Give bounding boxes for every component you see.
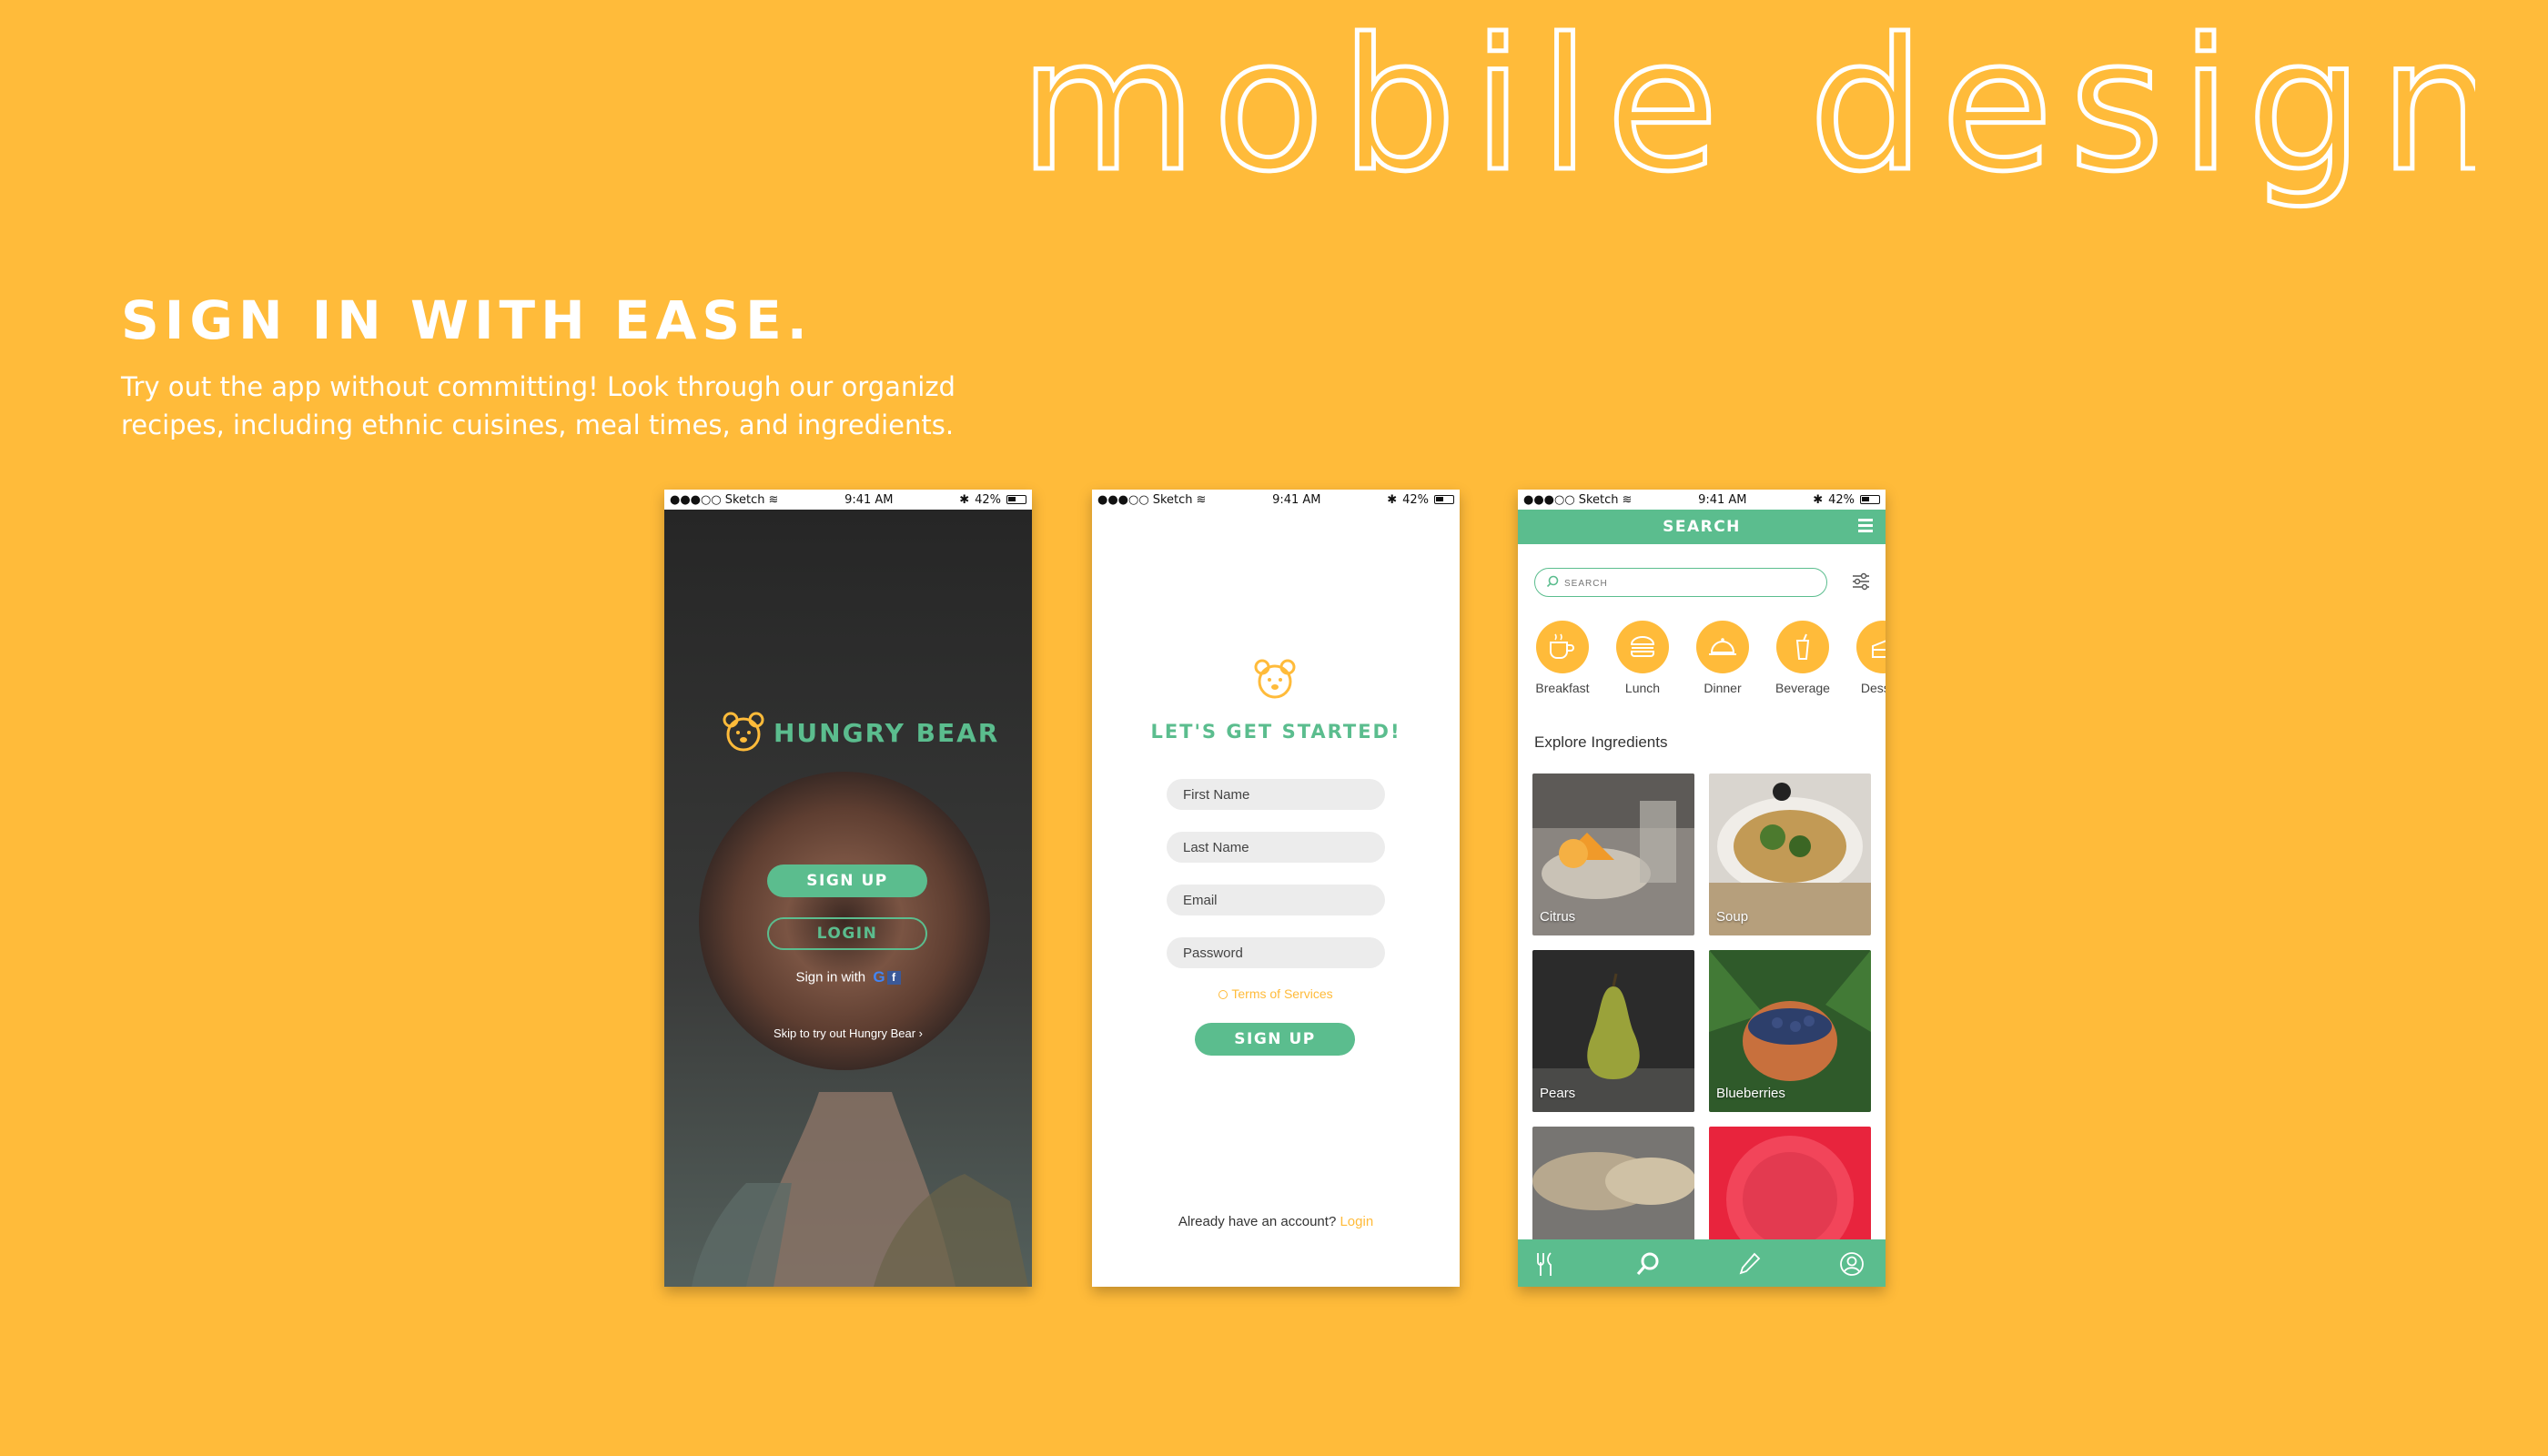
radio-circle-icon — [1218, 990, 1228, 1000]
drink-icon — [1795, 633, 1810, 660]
category-label: Lunch — [1624, 681, 1661, 695]
bear-logo-icon — [1254, 659, 1296, 699]
hero-title: mobile design — [1017, 0, 2497, 228]
status-bar: ●●●○○ Sketch ≋ 9:41 AM ✱ 42% — [1518, 490, 1886, 510]
skip-label: Skip to try out Hungry Bear — [773, 1026, 916, 1040]
wifi-icon: ≋ — [768, 492, 779, 507]
ingredient-tile-blueberries[interactable]: Blueberries — [1709, 950, 1871, 1112]
category-breakfast[interactable]: Breakfast — [1522, 621, 1603, 695]
hero-title-text: mobile design — [1019, 9, 2475, 212]
phone-signin-screen: ●●●○○ Sketch ≋ 9:41 AM ✱ 42% HUNGRY BEAR… — [664, 490, 1032, 1287]
signup-button[interactable]: SIGN UP — [767, 864, 927, 897]
filter-sliders-icon[interactable] — [1851, 571, 1871, 592]
social-signin-label: Sign in with — [795, 969, 866, 986]
search-bar[interactable] — [1534, 568, 1827, 597]
category-dessert[interactable]: Dessert — [1842, 621, 1886, 695]
terms-label: Terms of Services — [1231, 986, 1333, 1001]
category-beverage[interactable]: Beverage — [1762, 621, 1844, 695]
phone-search-screen: ●●●○○Sketch≋ 9:41 AM ✱ 42% SEARCH Breakfa… — [1518, 490, 1886, 1287]
ingredient-tile-pears[interactable]: Pears — [1532, 950, 1694, 1112]
battery-percent: 42% — [1402, 492, 1429, 507]
carrier-label: Sketch — [1152, 492, 1193, 507]
first-name-field[interactable] — [1167, 779, 1385, 810]
battery-percent: 42% — [1828, 492, 1855, 507]
login-link[interactable]: Login — [1340, 1214, 1373, 1229]
signup-button[interactable]: SIGN UP — [1195, 1023, 1355, 1056]
status-bar: ●●●○○ Sketch ≋ 9:41 AM ✱ 42% — [664, 490, 1032, 510]
last-name-field[interactable] — [1167, 832, 1385, 863]
google-icon[interactable]: G — [873, 968, 885, 986]
screen-title: SEARCH — [1663, 518, 1741, 536]
bluetooth-icon: ✱ — [1813, 492, 1824, 507]
brand-name: HUNGRY BEAR — [774, 717, 1000, 748]
phone-register-screen: ●●●○○ Sketch ≋ 9:41 AM ✱ 42% LET'S GET STAR… — [1092, 490, 1460, 1287]
search-input[interactable] — [1562, 573, 1812, 593]
category-label: Dinner — [1704, 681, 1742, 695]
app-bar: SEARCH — [1518, 510, 1886, 544]
app-brand: HUNGRY BEAR — [723, 712, 999, 753]
facebook-icon[interactable]: f — [886, 970, 901, 985]
carrier-label: Sketch — [1578, 492, 1619, 507]
ingredient-label: Pears — [1540, 1086, 1576, 1101]
category-dinner[interactable]: Dinner — [1682, 621, 1764, 695]
burger-icon — [1630, 636, 1655, 657]
signal-icon: ●●●○○ — [670, 492, 722, 507]
status-time: 9:41 AM — [844, 492, 894, 507]
search-icon — [1546, 575, 1559, 588]
section-description: Try out the app without committing! Look… — [121, 371, 956, 440]
coffee-cup-icon — [1550, 633, 1574, 659]
section-headline: SIGN IN WITH EASE. — [121, 289, 813, 351]
bottom-tab-bar — [1518, 1239, 1886, 1287]
chevron-right-icon: › — [918, 1026, 924, 1040]
login-prompt: Already have an account? Login — [1092, 1214, 1460, 1229]
skip-link[interactable]: Skip to try out Hungry Bear › — [664, 1026, 1032, 1040]
ingredient-label: Blueberries — [1716, 1086, 1785, 1101]
utensils-icon[interactable] — [1532, 1250, 1560, 1278]
bluetooth-icon: ✱ — [1387, 492, 1398, 507]
menu-icon[interactable] — [1858, 519, 1873, 533]
status-time: 9:41 AM — [1698, 492, 1747, 507]
login-prompt-text: Already have an account? — [1178, 1214, 1337, 1229]
carrier-label: Sketch — [724, 492, 765, 507]
bear-logo-icon — [723, 712, 764, 752]
category-lunch[interactable]: Lunch — [1602, 621, 1684, 695]
pencil-icon[interactable] — [1736, 1250, 1764, 1278]
bluetooth-icon: ✱ — [959, 492, 970, 507]
terms-checkbox[interactable]: Terms of Services — [1092, 986, 1460, 1001]
search-icon[interactable] — [1634, 1250, 1662, 1278]
cloche-icon — [1709, 638, 1736, 655]
category-label: Breakfast — [1535, 681, 1590, 695]
category-label: Dessert — [1860, 681, 1886, 695]
ingredient-tile-citrus[interactable]: Citrus — [1532, 774, 1694, 935]
ingredient-label: Citrus — [1540, 909, 1576, 925]
wifi-icon: ≋ — [1196, 492, 1207, 507]
status-time: 9:41 AM — [1272, 492, 1321, 507]
signal-icon: ●●●○○ — [1097, 492, 1149, 507]
battery-icon — [1006, 495, 1026, 504]
battery-icon — [1434, 495, 1454, 504]
status-bar: ●●●○○ Sketch ≋ 9:41 AM ✱ 42% — [1092, 490, 1460, 510]
ingredient-tile-soup[interactable]: Soup — [1709, 774, 1871, 935]
category-label: Beverage — [1775, 681, 1830, 695]
password-field[interactable] — [1167, 937, 1385, 968]
profile-icon[interactable] — [1838, 1250, 1866, 1278]
wifi-icon: ≋ — [1622, 492, 1633, 507]
register-title: LET'S GET STARTED! — [1150, 721, 1401, 743]
login-button[interactable]: LOGIN — [767, 917, 927, 950]
donut-background-photo — [664, 510, 1032, 1287]
explore-ingredients-heading: Explore Ingredients — [1534, 733, 1668, 751]
ingredient-label: Soup — [1716, 909, 1749, 925]
social-signin: Sign in with Gf — [664, 968, 1032, 986]
signal-icon: ●●●○○ — [1523, 492, 1575, 507]
cake-icon — [1872, 640, 1886, 658]
battery-icon — [1860, 495, 1880, 504]
email-field[interactable] — [1167, 885, 1385, 915]
category-scroller[interactable]: Breakfast Lunch Dinner Beverage Dessert — [1518, 621, 1886, 703]
battery-percent: 42% — [975, 492, 1001, 507]
